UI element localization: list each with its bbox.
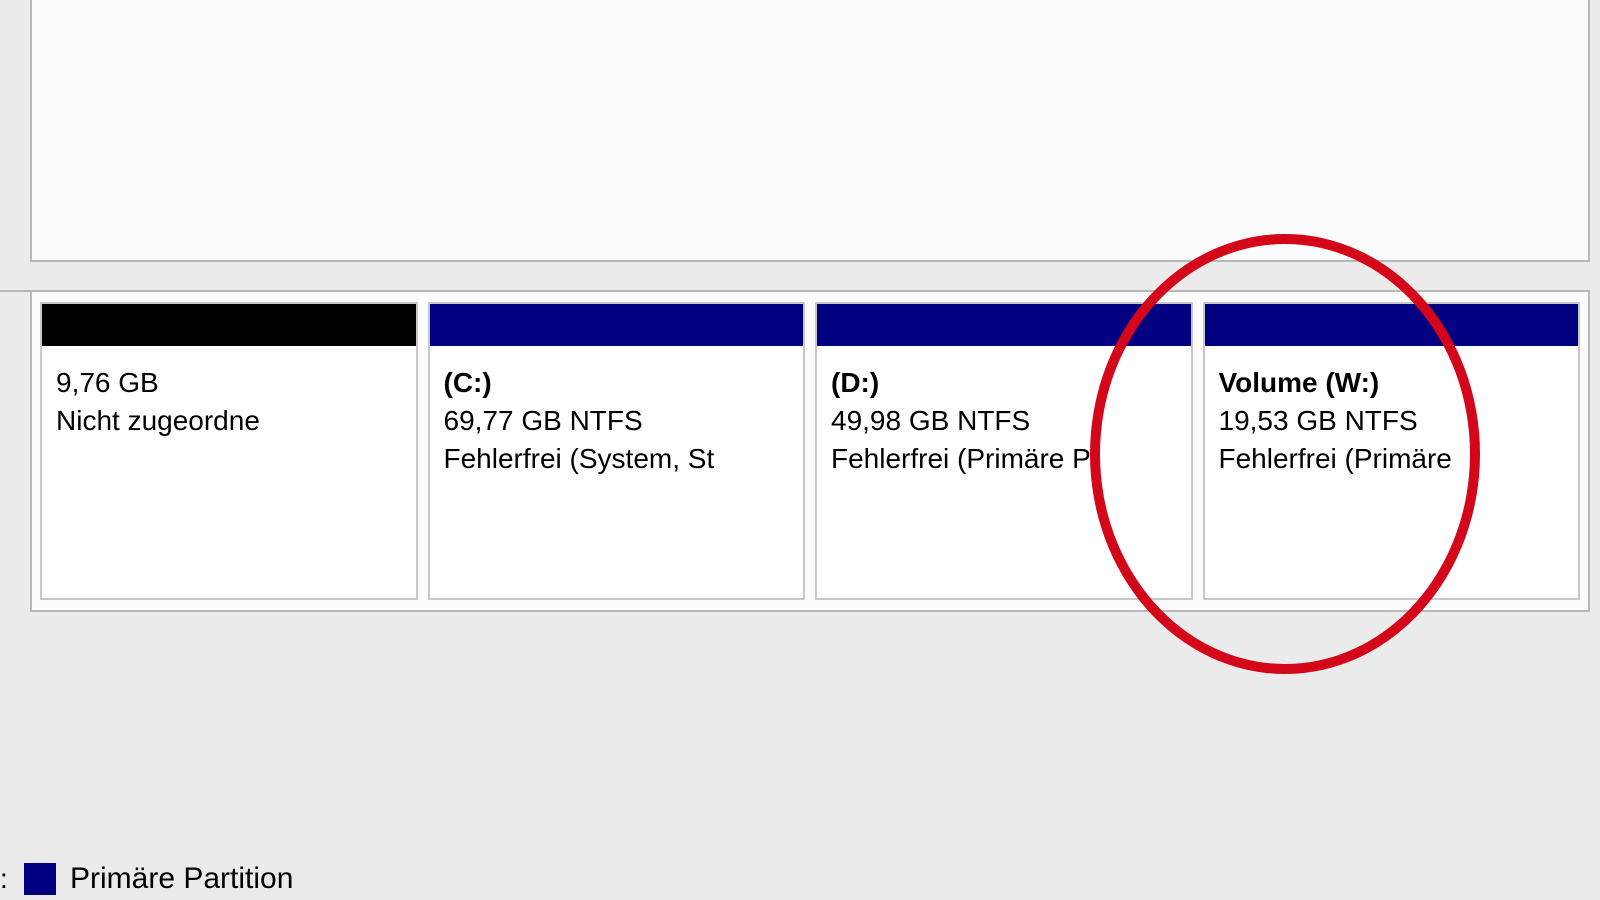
partition-label: (C:)	[444, 364, 790, 402]
partition-status: Fehlerfrei (Primäre	[1219, 440, 1565, 478]
legend: : Primäre Partition	[0, 862, 293, 896]
partition-status: Fehlerfrei (Primäre P	[831, 440, 1177, 478]
partition-d[interactable]: (D:) 49,98 GB NTFS Fehlerfrei (Primäre P	[815, 302, 1193, 600]
partition-status: Nicht zugeordne	[56, 402, 402, 440]
partition-size: 9,76 GB	[56, 364, 402, 402]
partition-c[interactable]: (C:) 69,77 GB NTFS Fehlerfrei (System, S…	[428, 302, 806, 600]
partition-label: Volume (W:)	[1219, 364, 1565, 402]
partition-label: (D:)	[831, 364, 1177, 402]
partition-size: 49,98 GB NTFS	[831, 402, 1177, 440]
partition-status: Fehlerfrei (System, St	[444, 440, 790, 478]
partition-header-primary	[817, 304, 1191, 346]
partition-unallocated[interactable]: 9,76 GB Nicht zugeordne	[40, 302, 418, 600]
partition-size: 69,77 GB NTFS	[444, 402, 790, 440]
partition-header-primary	[430, 304, 804, 346]
legend-swatch-primary	[24, 863, 56, 895]
disk-graphical-view: 9,76 GB Nicht zugeordne (C:) 69,77 GB NT…	[30, 290, 1590, 612]
volume-list-panel	[30, 0, 1590, 262]
divider	[0, 290, 30, 292]
partition-size: 19,53 GB NTFS	[1219, 402, 1565, 440]
partition-header-primary	[1205, 304, 1579, 346]
partition-w[interactable]: Volume (W:) 19,53 GB NTFS Fehlerfrei (Pr…	[1203, 302, 1581, 600]
partition-header-unallocated	[42, 304, 416, 346]
legend-label-primary: Primäre Partition	[70, 862, 293, 896]
legend-lead-mark: :	[0, 863, 10, 895]
